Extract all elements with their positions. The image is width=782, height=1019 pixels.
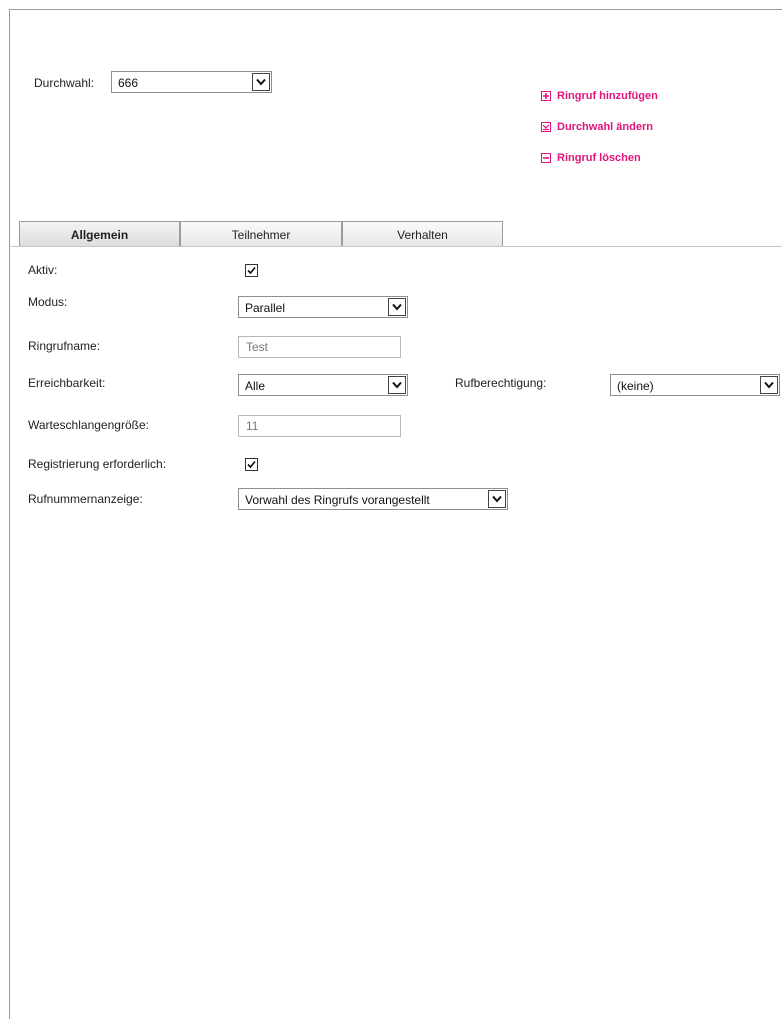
tab-teilnehmer[interactable]: Teilnehmer: [180, 221, 342, 247]
extension-label: Durchwahl:: [34, 76, 95, 90]
delete-ring-link[interactable]: Ringruf löschen: [541, 152, 641, 164]
chevron-down-icon[interactable]: [760, 376, 778, 394]
content-frame: [9, 9, 782, 1019]
change-extension-link[interactable]: Durchwahl ändern: [541, 121, 653, 133]
queue-field[interactable]: [238, 415, 401, 437]
chevron-down-icon[interactable]: [488, 490, 506, 508]
minus-box-icon: [541, 153, 551, 163]
registration-label: Registrierung erforderlich:: [28, 457, 167, 471]
display-select[interactable]: Vorwahl des Ringrufs vorangestellt: [238, 488, 508, 510]
reachability-select[interactable]: Alle: [238, 374, 408, 396]
tab-verhalten[interactable]: Verhalten: [342, 221, 503, 247]
mode-value: Parallel: [245, 301, 286, 315]
ringname-field[interactable]: [238, 336, 401, 358]
extension-select[interactable]: 666: [111, 71, 272, 93]
change-extension-label: Durchwahl ändern: [557, 121, 653, 133]
checkmark-icon: [247, 266, 256, 275]
tab-allgemein[interactable]: Allgemein: [19, 221, 180, 247]
chevron-down-icon[interactable]: [252, 73, 270, 91]
queue-label: Warteschlangengröße:: [28, 418, 149, 432]
delete-ring-label: Ringruf löschen: [557, 152, 641, 164]
add-ring-label: Ringruf hinzufügen: [557, 90, 658, 102]
ringname-label: Ringrufname:: [28, 339, 101, 353]
permission-select[interactable]: (keine): [610, 374, 780, 396]
mode-label: Modus:: [28, 295, 68, 309]
permission-value: (keine): [617, 379, 654, 393]
ringname-input[interactable]: [239, 337, 400, 357]
active-checkbox[interactable]: [245, 264, 258, 277]
reachability-value: Alle: [245, 379, 266, 393]
chevron-down-icon[interactable]: [388, 298, 406, 316]
mode-select[interactable]: Parallel: [238, 296, 408, 318]
queue-input[interactable]: [239, 416, 400, 436]
reachability-label: Erreichbarkeit:: [28, 376, 106, 390]
plus-box-icon: [541, 91, 551, 101]
edit-box-icon: [541, 122, 551, 132]
tab-divider: [9, 246, 782, 247]
permission-label: Rufberechtigung:: [455, 376, 547, 390]
extension-value: 666: [118, 76, 139, 90]
chevron-down-icon[interactable]: [388, 376, 406, 394]
active-label: Aktiv:: [28, 263, 58, 277]
registration-checkbox[interactable]: [245, 458, 258, 471]
display-label: Rufnummernanzeige:: [28, 492, 143, 506]
display-value: Vorwahl des Ringrufs vorangestellt: [245, 493, 430, 507]
checkmark-icon: [247, 460, 256, 469]
add-ring-link[interactable]: Ringruf hinzufügen: [541, 90, 658, 102]
